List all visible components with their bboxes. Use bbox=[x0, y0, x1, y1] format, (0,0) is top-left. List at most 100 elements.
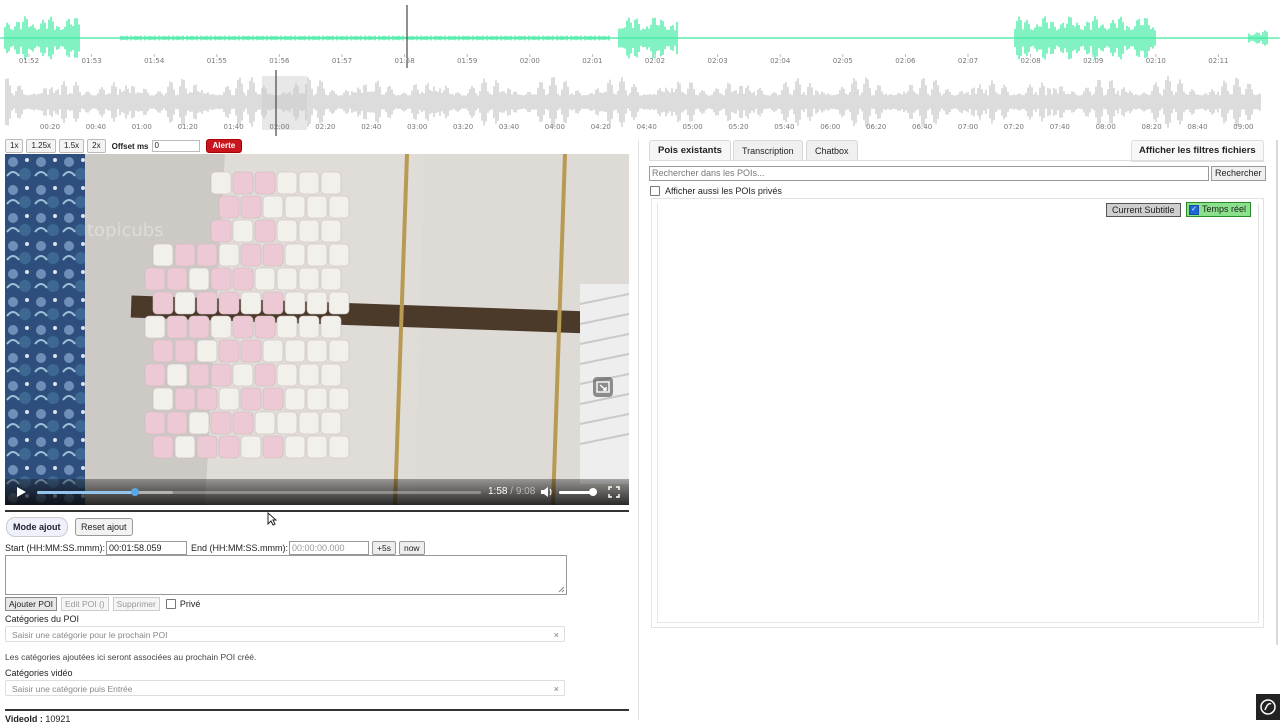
overview-tick-label: 07:40 bbox=[1050, 123, 1070, 131]
poi-categories-placeholder: Saisir une catégorie pour le prochain PO… bbox=[12, 630, 168, 640]
poi-list[interactable] bbox=[657, 203, 1259, 623]
tab-chatbox[interactable]: Chatbox bbox=[806, 140, 858, 161]
duration: 9:08 bbox=[515, 486, 536, 497]
time-range-row: Start (HH:MM:SS.mmm): 00:01:58.059 End (… bbox=[5, 541, 425, 555]
volume-handle[interactable] bbox=[589, 488, 598, 496]
delete-poi-button[interactable]: Supprimer bbox=[112, 597, 160, 611]
poi-search-input[interactable]: Rechercher dans les POIs... bbox=[649, 166, 1209, 181]
waveform-tick-label: 02:02 bbox=[645, 57, 665, 65]
progress-handle[interactable] bbox=[130, 488, 139, 496]
alert-button[interactable]: Alerte bbox=[205, 139, 243, 153]
start-label: Start (HH:MM:SS.mmm): bbox=[5, 543, 105, 553]
poi-text-area[interactable] bbox=[5, 555, 567, 595]
video-scene: topicubs bbox=[5, 154, 629, 505]
overview-tick-label: 05:00 bbox=[683, 123, 703, 131]
overview-tick-label: 04:20 bbox=[591, 123, 611, 131]
waveform-tick-label: 01:58 bbox=[395, 57, 415, 65]
overview-tick-label: 06:00 bbox=[820, 123, 840, 131]
overview-tick-label: 03:20 bbox=[453, 123, 473, 131]
offset-label: Offset ms bbox=[111, 141, 149, 151]
app-logo-icon[interactable] bbox=[1256, 694, 1280, 720]
private-label: Privé bbox=[179, 599, 201, 609]
speed-2x-button[interactable]: 2x bbox=[87, 139, 106, 153]
time-separator: / bbox=[510, 486, 514, 497]
current-subtitle-button[interactable]: Current Subtitle bbox=[1106, 203, 1181, 217]
waveform-tick-label: 02:07 bbox=[958, 57, 978, 65]
video-id-row: VideoId : 10921 bbox=[5, 714, 70, 724]
volume-fill bbox=[559, 491, 594, 494]
video-categories-input[interactable]: Saisir une catégorie puis Entrée × bbox=[5, 680, 565, 696]
overview-tick-label: 01:40 bbox=[224, 123, 244, 131]
add-poi-button[interactable]: Ajouter POI bbox=[5, 597, 57, 611]
resize-handle-icon[interactable] bbox=[558, 586, 565, 593]
show-private-row: Afficher aussi les POIs privés bbox=[650, 186, 782, 196]
show-file-filters-button[interactable]: Afficher les filtres fichiers bbox=[1131, 140, 1264, 162]
overview-tick-label: 00:40 bbox=[86, 123, 106, 131]
poi-actions-row: Ajouter POI Edit POI () Supprimer Privé bbox=[5, 597, 200, 611]
volume-icon[interactable] bbox=[540, 486, 553, 498]
overview-tick-label: 01:20 bbox=[178, 123, 198, 131]
overview-tick-label: 03:40 bbox=[499, 123, 519, 131]
now-button[interactable]: now bbox=[398, 541, 425, 555]
poi-categories-label: Catégories du POI bbox=[5, 614, 80, 624]
waveform-detail[interactable]: 01:52 01:53 01:54 01:55 01:56 01:57 01:58 01:59… bbox=[0, 0, 1280, 68]
end-time-input[interactable]: 00:00:00.000 bbox=[289, 541, 370, 555]
video-id-label: VideoId : bbox=[5, 714, 43, 724]
waveform-tick-label: 02:10 bbox=[1146, 57, 1166, 65]
panel-divider bbox=[638, 140, 639, 720]
speed-1-5x-button[interactable]: 1.5x bbox=[59, 139, 85, 153]
progress-track[interactable] bbox=[37, 488, 481, 496]
mouse-cursor-icon bbox=[267, 512, 277, 526]
reset-add-button[interactable]: Reset ajout bbox=[75, 518, 133, 536]
tab-existing-pois[interactable]: Pois existants bbox=[649, 140, 731, 161]
realtime-toggle[interactable]: ✓ Temps réel bbox=[1186, 202, 1252, 217]
progress-buffer bbox=[37, 491, 173, 494]
page-scrollbar[interactable] bbox=[1276, 140, 1278, 645]
end-label: End (HH:MM:SS.mmm): bbox=[191, 543, 289, 553]
overview-tick-label: 04:00 bbox=[545, 123, 565, 131]
waveform-tick-label: 01:57 bbox=[332, 57, 352, 65]
offset-input[interactable]: 0 bbox=[151, 140, 200, 152]
overview-tick-label: 04:40 bbox=[637, 123, 657, 131]
time-display: 1:58 / 9:08 bbox=[488, 486, 535, 497]
video-categories-clear-icon[interactable]: × bbox=[554, 681, 559, 697]
video-frame[interactable]: topicubs bbox=[5, 154, 629, 505]
overview-tick-label: 02:40 bbox=[361, 123, 381, 131]
show-private-checkbox[interactable] bbox=[650, 186, 660, 196]
overview-tick-label: 08:00 bbox=[1096, 123, 1116, 131]
overview-tick-label: 05:40 bbox=[774, 123, 794, 131]
waveform-tick-label: 01:52 bbox=[19, 57, 39, 65]
mode-add-button[interactable]: Mode ajout bbox=[6, 517, 68, 537]
waveform-tick-label: 02:01 bbox=[582, 57, 602, 65]
poi-categories-note: Les catégories ajoutées ici seront assoc… bbox=[5, 652, 257, 662]
speed-1x-button[interactable]: 1x bbox=[5, 139, 24, 153]
tab-underline bbox=[649, 160, 1263, 161]
waveform-tick-label: 02:06 bbox=[895, 57, 916, 65]
bottom-divider bbox=[5, 709, 629, 711]
overview-tick-label: 02:20 bbox=[315, 123, 335, 131]
waveform-tick-label: 02:04 bbox=[770, 57, 791, 65]
plus-5s-button[interactable]: +5s bbox=[372, 541, 396, 555]
realtime-label: Temps réel bbox=[1202, 204, 1247, 214]
section-divider bbox=[5, 510, 629, 512]
waveform-tick-label: 02:11 bbox=[1208, 57, 1228, 65]
speed-1-25x-button[interactable]: 1.25x bbox=[26, 139, 57, 153]
poi-categories-clear-icon[interactable]: × bbox=[554, 627, 559, 643]
pip-icon[interactable] bbox=[593, 377, 613, 397]
poi-categories-input[interactable]: Saisir une catégorie pour le prochain PO… bbox=[5, 626, 565, 642]
overview-tick-label: 03:00 bbox=[407, 123, 427, 131]
start-time-input[interactable]: 00:01:58.059 bbox=[106, 541, 187, 555]
edit-poi-button[interactable]: Edit POI () bbox=[60, 597, 109, 611]
fullscreen-icon[interactable] bbox=[608, 486, 620, 498]
waveform-tick-label: 01:55 bbox=[207, 57, 227, 65]
tab-transcription[interactable]: Transcription bbox=[733, 140, 803, 161]
waveform-overview[interactable]: 00:20 00:40 01:00 01:20 01:40 02:00 02:20 02:40… bbox=[0, 68, 1280, 136]
overview-tick-label: 06:20 bbox=[866, 123, 886, 131]
volume-slider[interactable] bbox=[559, 488, 598, 496]
overview-tick-label: 07:20 bbox=[1004, 123, 1024, 131]
private-checkbox[interactable] bbox=[165, 599, 176, 609]
realtime-checkbox-icon[interactable]: ✓ bbox=[1189, 204, 1199, 215]
play-icon[interactable] bbox=[15, 486, 27, 498]
search-button[interactable]: Rechercher bbox=[1211, 166, 1266, 181]
waveform-tick-label: 01:56 bbox=[269, 57, 290, 65]
